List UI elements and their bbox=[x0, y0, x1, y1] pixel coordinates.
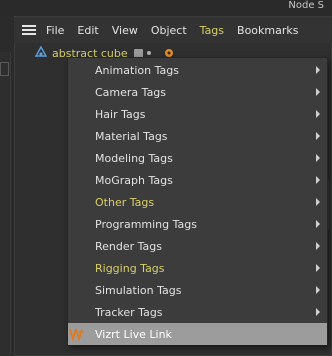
submenu-arrow-icon bbox=[316, 88, 320, 96]
menu-item-other-tags[interactable]: Other Tags bbox=[68, 191, 327, 213]
menu-item-material-tags[interactable]: Material Tags bbox=[68, 125, 327, 147]
menu-item-label: Render Tags bbox=[95, 239, 163, 253]
cube-null-icon bbox=[34, 46, 48, 57]
menu-item-render-tags[interactable]: Render Tags bbox=[68, 235, 327, 257]
menu-view[interactable]: View bbox=[112, 24, 138, 37]
menu-item-animation-tags[interactable]: Animation Tags bbox=[68, 59, 327, 81]
menu-item-tracker-tags[interactable]: Tracker Tags bbox=[68, 301, 327, 323]
top-strip: Node S bbox=[0, 0, 332, 16]
menu-bookmarks[interactable]: Bookmarks bbox=[237, 24, 298, 37]
submenu-arrow-icon bbox=[316, 308, 320, 316]
submenu-arrow-icon bbox=[316, 264, 320, 272]
submenu-arrow-icon bbox=[316, 110, 320, 118]
menu-item-label: Rigging Tags bbox=[95, 261, 165, 275]
menu-item-label: Programming Tags bbox=[95, 217, 197, 231]
menu-object[interactable]: Object bbox=[151, 24, 187, 37]
menu-edit[interactable]: Edit bbox=[77, 24, 98, 37]
submenu-arrow-icon bbox=[316, 220, 320, 228]
menu-tags[interactable]: Tags bbox=[200, 24, 224, 37]
object-manager-menubar: File Edit View Object Tags Bookmarks bbox=[14, 17, 332, 43]
menu-item-label: Material Tags bbox=[95, 129, 168, 143]
hamburger-menu-icon[interactable] bbox=[22, 25, 36, 35]
menu-item-rigging-tags[interactable]: Rigging Tags bbox=[68, 257, 327, 279]
node-panel-label: Node S bbox=[288, 0, 324, 11]
left-panel-edge bbox=[0, 52, 11, 356]
menu-item-label: Animation Tags bbox=[95, 63, 179, 77]
menu-item-mograph-tags[interactable]: MoGraph Tags bbox=[68, 169, 327, 191]
menu-item-label: Other Tags bbox=[95, 195, 155, 209]
submenu-arrow-icon bbox=[316, 176, 320, 184]
menu-item-label: MoGraph Tags bbox=[95, 173, 173, 187]
menu-item-hair-tags[interactable]: Hair Tags bbox=[68, 103, 327, 125]
menu-item-programming-tags[interactable]: Programming Tags bbox=[68, 213, 327, 235]
menu-item-simulation-tags[interactable]: Simulation Tags bbox=[68, 279, 327, 301]
submenu-arrow-icon bbox=[316, 66, 320, 74]
menu-item-label: Tracker Tags bbox=[95, 305, 163, 319]
submenu-arrow-icon bbox=[316, 154, 320, 162]
submenu-arrow-icon bbox=[316, 286, 320, 294]
menu-item-label: Camera Tags bbox=[95, 85, 167, 99]
menu-item-camera-tags[interactable]: Camera Tags bbox=[68, 81, 327, 103]
menu-item-label: Modeling Tags bbox=[95, 151, 173, 165]
tags-dropdown-menu: Animation Tags Camera Tags Hair Tags Mat… bbox=[67, 57, 328, 345]
vizrt-icon bbox=[69, 328, 84, 342]
render-dot-icon[interactable] bbox=[146, 51, 151, 55]
submenu-arrow-icon bbox=[316, 242, 320, 250]
menu-item-label: Simulation Tags bbox=[95, 283, 182, 297]
submenu-arrow-icon bbox=[316, 132, 320, 140]
menu-file[interactable]: File bbox=[46, 24, 64, 37]
menu-item-modeling-tags[interactable]: Modeling Tags bbox=[68, 147, 327, 169]
menu-item-label: Vizrt Live Link bbox=[95, 327, 172, 341]
menu-item-label: Hair Tags bbox=[95, 107, 146, 121]
left-panel-control[interactable] bbox=[0, 62, 9, 76]
submenu-arrow-icon bbox=[316, 198, 320, 206]
menu-item-vizrt-live-link[interactable]: Vizrt Live Link bbox=[68, 323, 327, 345]
